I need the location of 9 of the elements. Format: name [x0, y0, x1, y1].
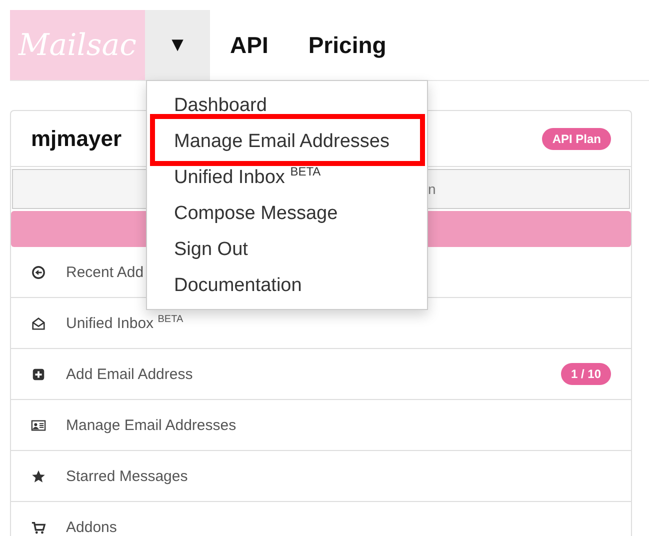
item-label: Addons — [66, 518, 118, 536]
item-label: Add Email Address — [66, 366, 194, 382]
count-badge: 1 / 10 — [560, 363, 611, 385]
username: mjmayer — [31, 126, 122, 152]
item-label: Manage Email Addresses — [66, 416, 238, 434]
item-label: Unified Inbox $^{BETA}$ — [66, 314, 184, 332]
item-label: Starred Messages — [66, 468, 189, 484]
item-label: Recent Add — [66, 264, 145, 280]
plan-badge: API Plan — [542, 128, 611, 150]
